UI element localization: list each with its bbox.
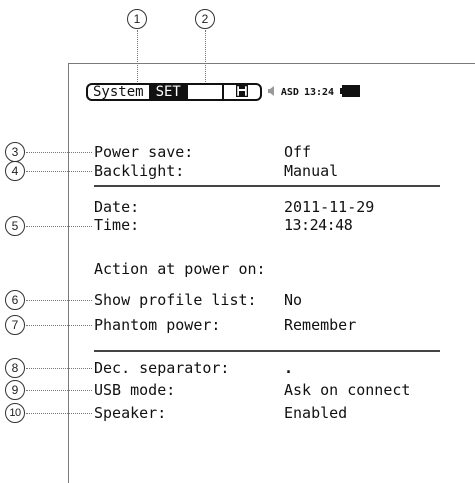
divider-1 xyxy=(94,185,440,187)
callout-5-leader xyxy=(26,226,92,227)
callout-9-leader xyxy=(26,390,92,391)
dec-separator-label: Dec. separator: xyxy=(94,359,230,377)
usb-mode-value[interactable]: Ask on connect xyxy=(284,381,410,399)
callout-7: 7 xyxy=(5,315,25,335)
mic-mode-label: ASD xyxy=(280,86,299,98)
usb-mode-label: USB mode: xyxy=(94,381,176,399)
callout-4: 4 xyxy=(5,161,25,181)
backlight-label: Backlight: xyxy=(94,162,185,180)
battery-icon xyxy=(340,84,361,100)
callout-3: 3 xyxy=(5,142,25,162)
time-value[interactable]: 13:24:48 xyxy=(284,216,353,234)
callout-6-leader xyxy=(26,300,92,301)
save-icon xyxy=(235,85,249,99)
callout-6: 6 xyxy=(5,290,25,310)
tab-system[interactable]: System xyxy=(88,85,151,99)
speaker-icon xyxy=(267,85,276,99)
show-profile-list-value[interactable]: No xyxy=(284,291,302,309)
phantom-power-label: Phantom power: xyxy=(94,316,221,334)
speaker-value[interactable]: Enabled xyxy=(284,404,347,422)
clock: 13:24 xyxy=(303,86,335,98)
dec-separator-value[interactable]: . xyxy=(284,359,293,377)
callout-7-leader xyxy=(26,325,92,326)
callout-10: 10 xyxy=(5,403,25,423)
date-value[interactable]: 2011-11-29 xyxy=(284,198,374,216)
callout-1: 1 xyxy=(127,9,147,29)
phantom-power-value[interactable]: Remember xyxy=(284,316,356,334)
status-bar: System SET ASD 13:24 xyxy=(86,81,361,103)
menu-tab-strip: System SET xyxy=(86,83,262,101)
power-save-value[interactable]: Off xyxy=(284,143,311,161)
callout-5: 5 xyxy=(5,216,25,236)
callout-8-leader xyxy=(26,368,92,369)
time-label: Time: xyxy=(94,216,140,234)
speaker-label: Speaker: xyxy=(94,404,167,422)
callout-8: 8 xyxy=(5,358,25,378)
show-profile-list-label: Show profile list: xyxy=(94,291,257,309)
date-label: Date: xyxy=(94,198,140,216)
power-save-label: Power save: xyxy=(94,143,194,161)
callout-9: 9 xyxy=(5,380,25,400)
divider-2 xyxy=(94,350,440,352)
callout-2-leader xyxy=(205,30,206,82)
callout-10-leader xyxy=(26,413,92,414)
callout-4-leader xyxy=(26,171,92,172)
callout-1-leader xyxy=(137,30,138,82)
backlight-value[interactable]: Manual xyxy=(284,162,338,180)
callout-2: 2 xyxy=(195,9,215,29)
tab-set[interactable]: SET xyxy=(150,85,188,99)
action-at-power-on-heading: Action at power on: xyxy=(94,260,266,278)
status-indicators: ASD 13:24 xyxy=(267,84,361,100)
callout-3-leader xyxy=(26,152,92,153)
tab-save[interactable] xyxy=(224,85,260,99)
tab-empty[interactable] xyxy=(188,85,224,99)
